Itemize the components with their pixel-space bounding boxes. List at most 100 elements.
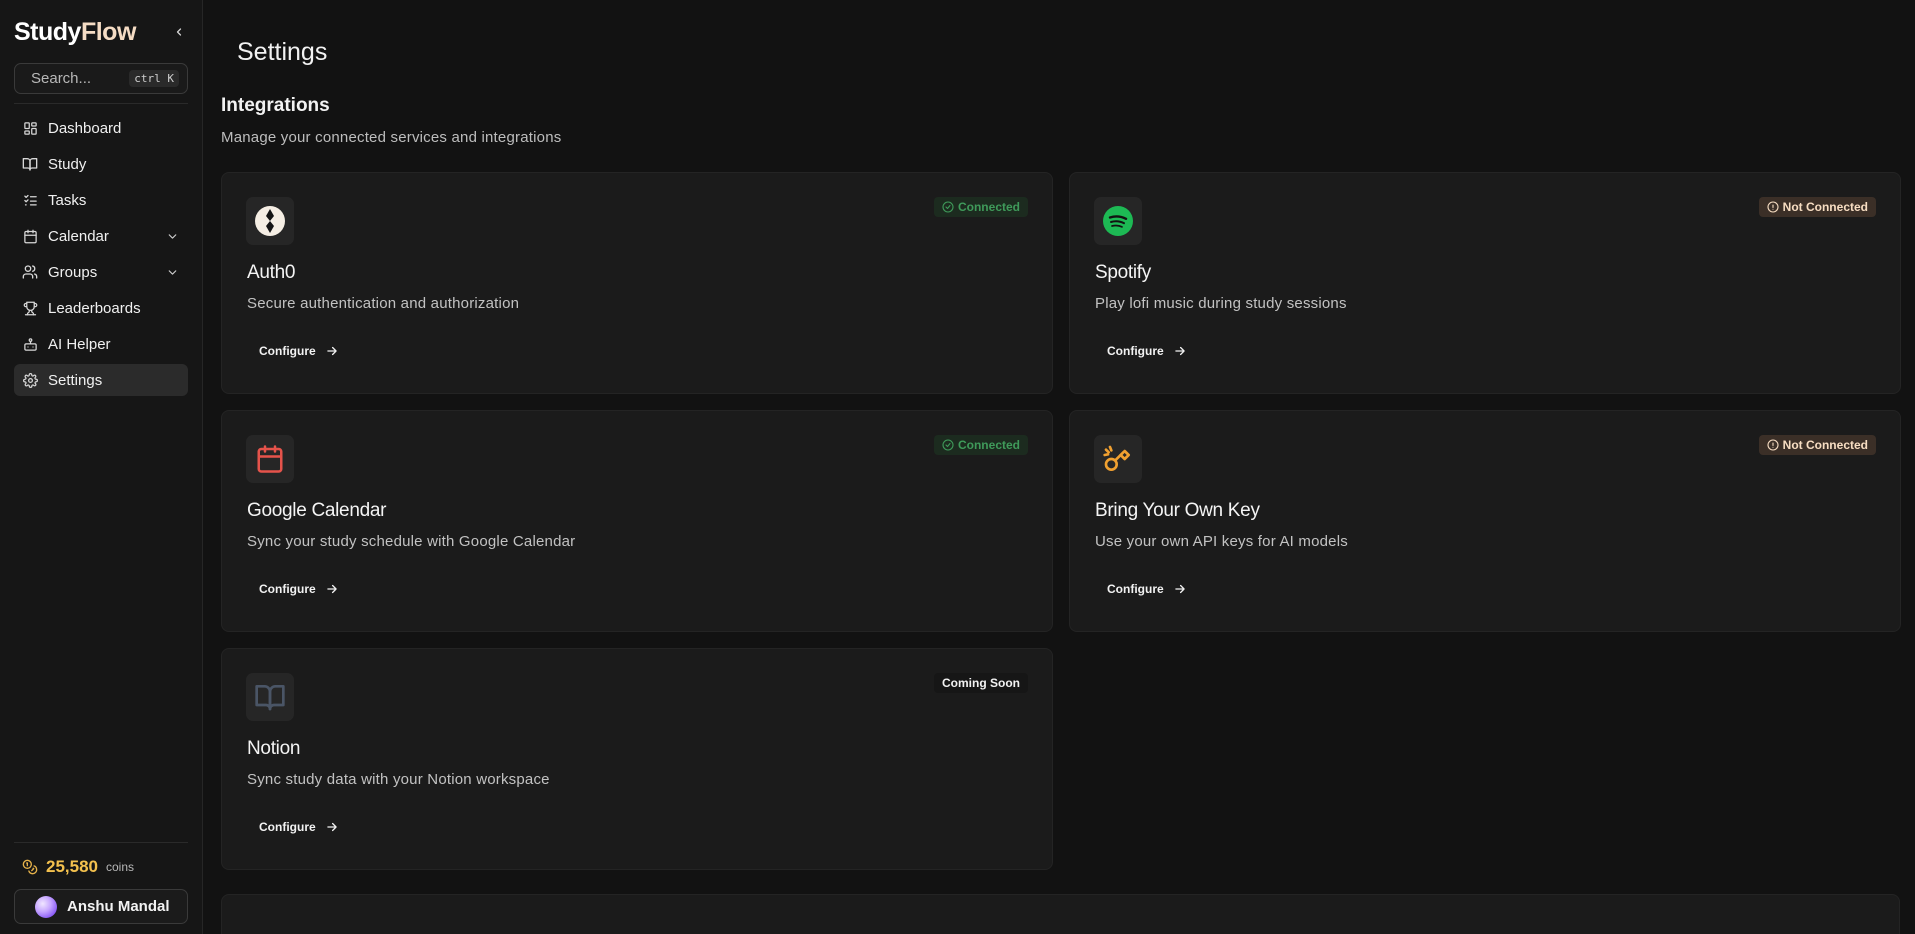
integration-name: Spotify xyxy=(1095,262,1151,283)
integration-description: Play lofi music during study sessions xyxy=(1095,295,1347,312)
search-input[interactable]: Search... ctrl K xyxy=(14,63,188,94)
auth0-icon xyxy=(255,206,285,236)
configure-auth0-button[interactable]: Configure xyxy=(247,335,351,367)
collapse-sidebar-button[interactable] xyxy=(168,21,190,43)
gear-icon xyxy=(22,372,38,388)
sidebar-item-label: Tasks xyxy=(48,191,87,209)
arrow-right-icon xyxy=(325,344,339,358)
coins-display: 25,580 coins xyxy=(14,855,188,879)
sidebar-item-settings[interactable]: Settings xyxy=(14,364,188,396)
integration-description: Sync study data with your Notion workspa… xyxy=(247,771,550,788)
arrow-right-icon xyxy=(1173,582,1187,596)
next-section-card xyxy=(221,894,1900,934)
sidebar-nav: Dashboard Study Tasks Calendar Groups Le… xyxy=(0,108,202,396)
section-description: Manage your connected services and integ… xyxy=(221,129,562,146)
arrow-right-icon xyxy=(325,582,339,596)
configure-spotify-button[interactable]: Configure xyxy=(1095,335,1199,367)
arrow-right-icon xyxy=(325,820,339,834)
sidebar-footer: 25,580 coins Anshu Mandal xyxy=(0,842,202,934)
auth0-logo-box xyxy=(246,197,294,245)
sidebar: StudyFlow Search... ctrl K Dashboard Stu… xyxy=(0,0,203,934)
sidebar-item-dashboard[interactable]: Dashboard xyxy=(14,112,188,144)
dashboard-icon xyxy=(22,120,38,136)
sidebar-item-ai-helper[interactable]: AI Helper xyxy=(14,328,188,360)
google-calendar-logo-box xyxy=(246,435,294,483)
spotify-icon xyxy=(1103,206,1133,236)
configure-google-calendar-button[interactable]: Configure xyxy=(247,573,351,605)
sidebar-item-label: Dashboard xyxy=(48,119,122,137)
integration-name: Google Calendar xyxy=(247,500,387,521)
configure-label: Configure xyxy=(1107,582,1164,596)
check-circle-icon xyxy=(942,439,954,451)
sidebar-item-label: Calendar xyxy=(48,227,109,245)
configure-byok-button[interactable]: Configure xyxy=(1095,573,1199,605)
user-menu-button[interactable]: Anshu Mandal xyxy=(14,889,188,924)
sidebar-item-groups[interactable]: Groups xyxy=(14,256,188,288)
integration-description: Sync your study schedule with Google Cal… xyxy=(247,533,576,550)
sidebar-item-label: AI Helper xyxy=(48,335,111,353)
avatar xyxy=(35,895,57,918)
check-circle-icon xyxy=(942,201,954,213)
tasks-icon xyxy=(22,192,38,208)
sidebar-item-calendar[interactable]: Calendar xyxy=(14,220,188,252)
sidebar-footer-divider xyxy=(14,842,188,843)
sidebar-item-leaderboards[interactable]: Leaderboards xyxy=(14,292,188,324)
status-badge-label: Coming Soon xyxy=(942,676,1020,690)
sidebar-item-label: Leaderboards xyxy=(48,299,141,317)
brand-row: StudyFlow xyxy=(0,0,202,48)
notion-logo-box xyxy=(246,673,294,721)
configure-notion-button[interactable]: Configure xyxy=(247,811,351,843)
integration-description: Secure authentication and authorization xyxy=(247,295,520,312)
sidebar-item-label: Groups xyxy=(48,263,98,281)
key-icon xyxy=(1103,445,1130,471)
sidebar-item-tasks[interactable]: Tasks xyxy=(14,184,188,216)
integration-name: Auth0 xyxy=(247,262,296,283)
status-badge: Connected xyxy=(933,435,1028,455)
book-open-icon xyxy=(255,685,285,711)
status-badge-label: Not Connected xyxy=(1782,200,1868,214)
search-shortcut: ctrl K xyxy=(129,70,179,87)
status-badge: Coming Soon xyxy=(934,673,1028,693)
status-badge: Connected xyxy=(933,197,1028,217)
brand-study: Study xyxy=(14,17,81,46)
sidebar-divider xyxy=(14,103,188,104)
integration-card-google-calendar: Connected Google Calendar Sync your stud… xyxy=(221,410,1053,632)
main-content: Settings Integrations Manage your connec… xyxy=(204,0,1915,934)
coins-unit: coins xyxy=(106,860,135,874)
info-circle-icon xyxy=(1767,439,1779,451)
integration-card-notion: Coming Soon Notion Sync study data with … xyxy=(221,648,1053,870)
calendar-icon xyxy=(257,445,283,473)
configure-label: Configure xyxy=(1107,344,1164,358)
kbd-key: K xyxy=(167,72,174,85)
section-title: Integrations xyxy=(221,95,330,116)
app-logo[interactable]: StudyFlow xyxy=(14,18,136,47)
configure-label: Configure xyxy=(259,344,316,358)
sidebar-item-label: Study xyxy=(48,155,87,173)
sidebar-item-label: Settings xyxy=(48,371,103,389)
configure-label: Configure xyxy=(259,582,316,596)
integration-description: Use your own API keys for AI models xyxy=(1095,533,1348,550)
arrow-right-icon xyxy=(1173,344,1187,358)
brand-flow: Flow xyxy=(80,17,136,46)
search-placeholder: Search... xyxy=(31,70,92,87)
user-name: Anshu Mandal xyxy=(67,898,170,915)
integration-card-spotify: Not Connected Spotify Play lofi music du… xyxy=(1069,172,1901,394)
byok-logo-box xyxy=(1094,435,1142,483)
status-badge: Not Connected xyxy=(1758,197,1876,217)
page-title: Settings xyxy=(237,38,328,66)
integration-card-byok: Not Connected Bring Your Own Key Use you… xyxy=(1069,410,1901,632)
trophy-icon xyxy=(22,300,38,316)
spotify-logo-box xyxy=(1094,197,1142,245)
info-circle-icon xyxy=(1767,201,1779,213)
chevron-left-icon xyxy=(176,28,182,36)
bot-icon xyxy=(22,336,38,352)
integration-card-auth0: Connected Auth0 Secure authentication an… xyxy=(221,172,1053,394)
status-badge: Not Connected xyxy=(1758,435,1876,455)
users-icon xyxy=(22,264,38,280)
integration-name: Notion xyxy=(247,738,301,759)
chevron-down-icon xyxy=(166,229,180,243)
configure-label: Configure xyxy=(259,820,316,834)
calendar-icon xyxy=(22,228,38,244)
kbd-ctrl: ctrl xyxy=(134,72,161,85)
sidebar-item-study[interactable]: Study xyxy=(14,148,188,180)
